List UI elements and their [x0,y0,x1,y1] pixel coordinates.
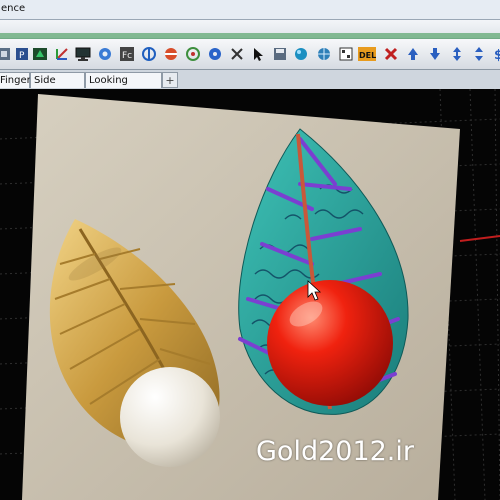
add-tab-button[interactable]: + [162,72,178,88]
mesh-icon[interactable] [314,44,333,63]
pearl [120,367,220,467]
settings-gear-icon[interactable] [95,44,114,63]
3d-viewport[interactable] [0,89,500,500]
close-icon[interactable] [381,44,400,63]
svg-text:Fc: Fc [122,51,132,61]
properties-icon[interactable]: P [12,44,31,63]
jewelry-photo [22,94,460,500]
layers-icon[interactable]: Fc [117,44,136,63]
tab-finger[interactable]: Finger [0,72,31,88]
tab-looking-down[interactable]: Looking Down [85,72,162,102]
monitor-icon[interactable] [73,44,92,63]
move-up-icon[interactable] [403,44,422,63]
move-vertical-icon[interactable] [469,44,488,63]
fan-icon[interactable] [205,44,224,63]
split-sphere-icon[interactable] [161,44,180,63]
tab-side-view[interactable]: Side View [30,72,85,102]
dollar-icon[interactable]: $ [489,44,500,63]
del-icon[interactable]: DEL [357,44,376,63]
tab-label: Finger [0,75,31,86]
half-circle-icon[interactable] [139,44,158,63]
scissors-icon[interactable] [227,44,246,63]
move-down-icon[interactable] [425,44,444,63]
grid-icon[interactable] [336,44,355,63]
gem-icon[interactable] [30,44,49,63]
svg-text:P: P [19,51,25,61]
move-both-icon[interactable] [447,44,466,63]
window-title: ence [1,3,26,14]
sphere-icon[interactable] [291,44,310,63]
watermark-text: Gold2012.ir [256,436,414,467]
pointer-icon[interactable] [248,44,267,63]
del-label: DEL [359,51,376,60]
svg-text:$: $ [494,48,500,62]
red-sphere [267,280,393,406]
axis-icon[interactable] [52,44,71,63]
title-bar: ence [0,0,500,20]
rotate-icon[interactable] [183,44,202,63]
save-icon[interactable] [270,44,289,63]
